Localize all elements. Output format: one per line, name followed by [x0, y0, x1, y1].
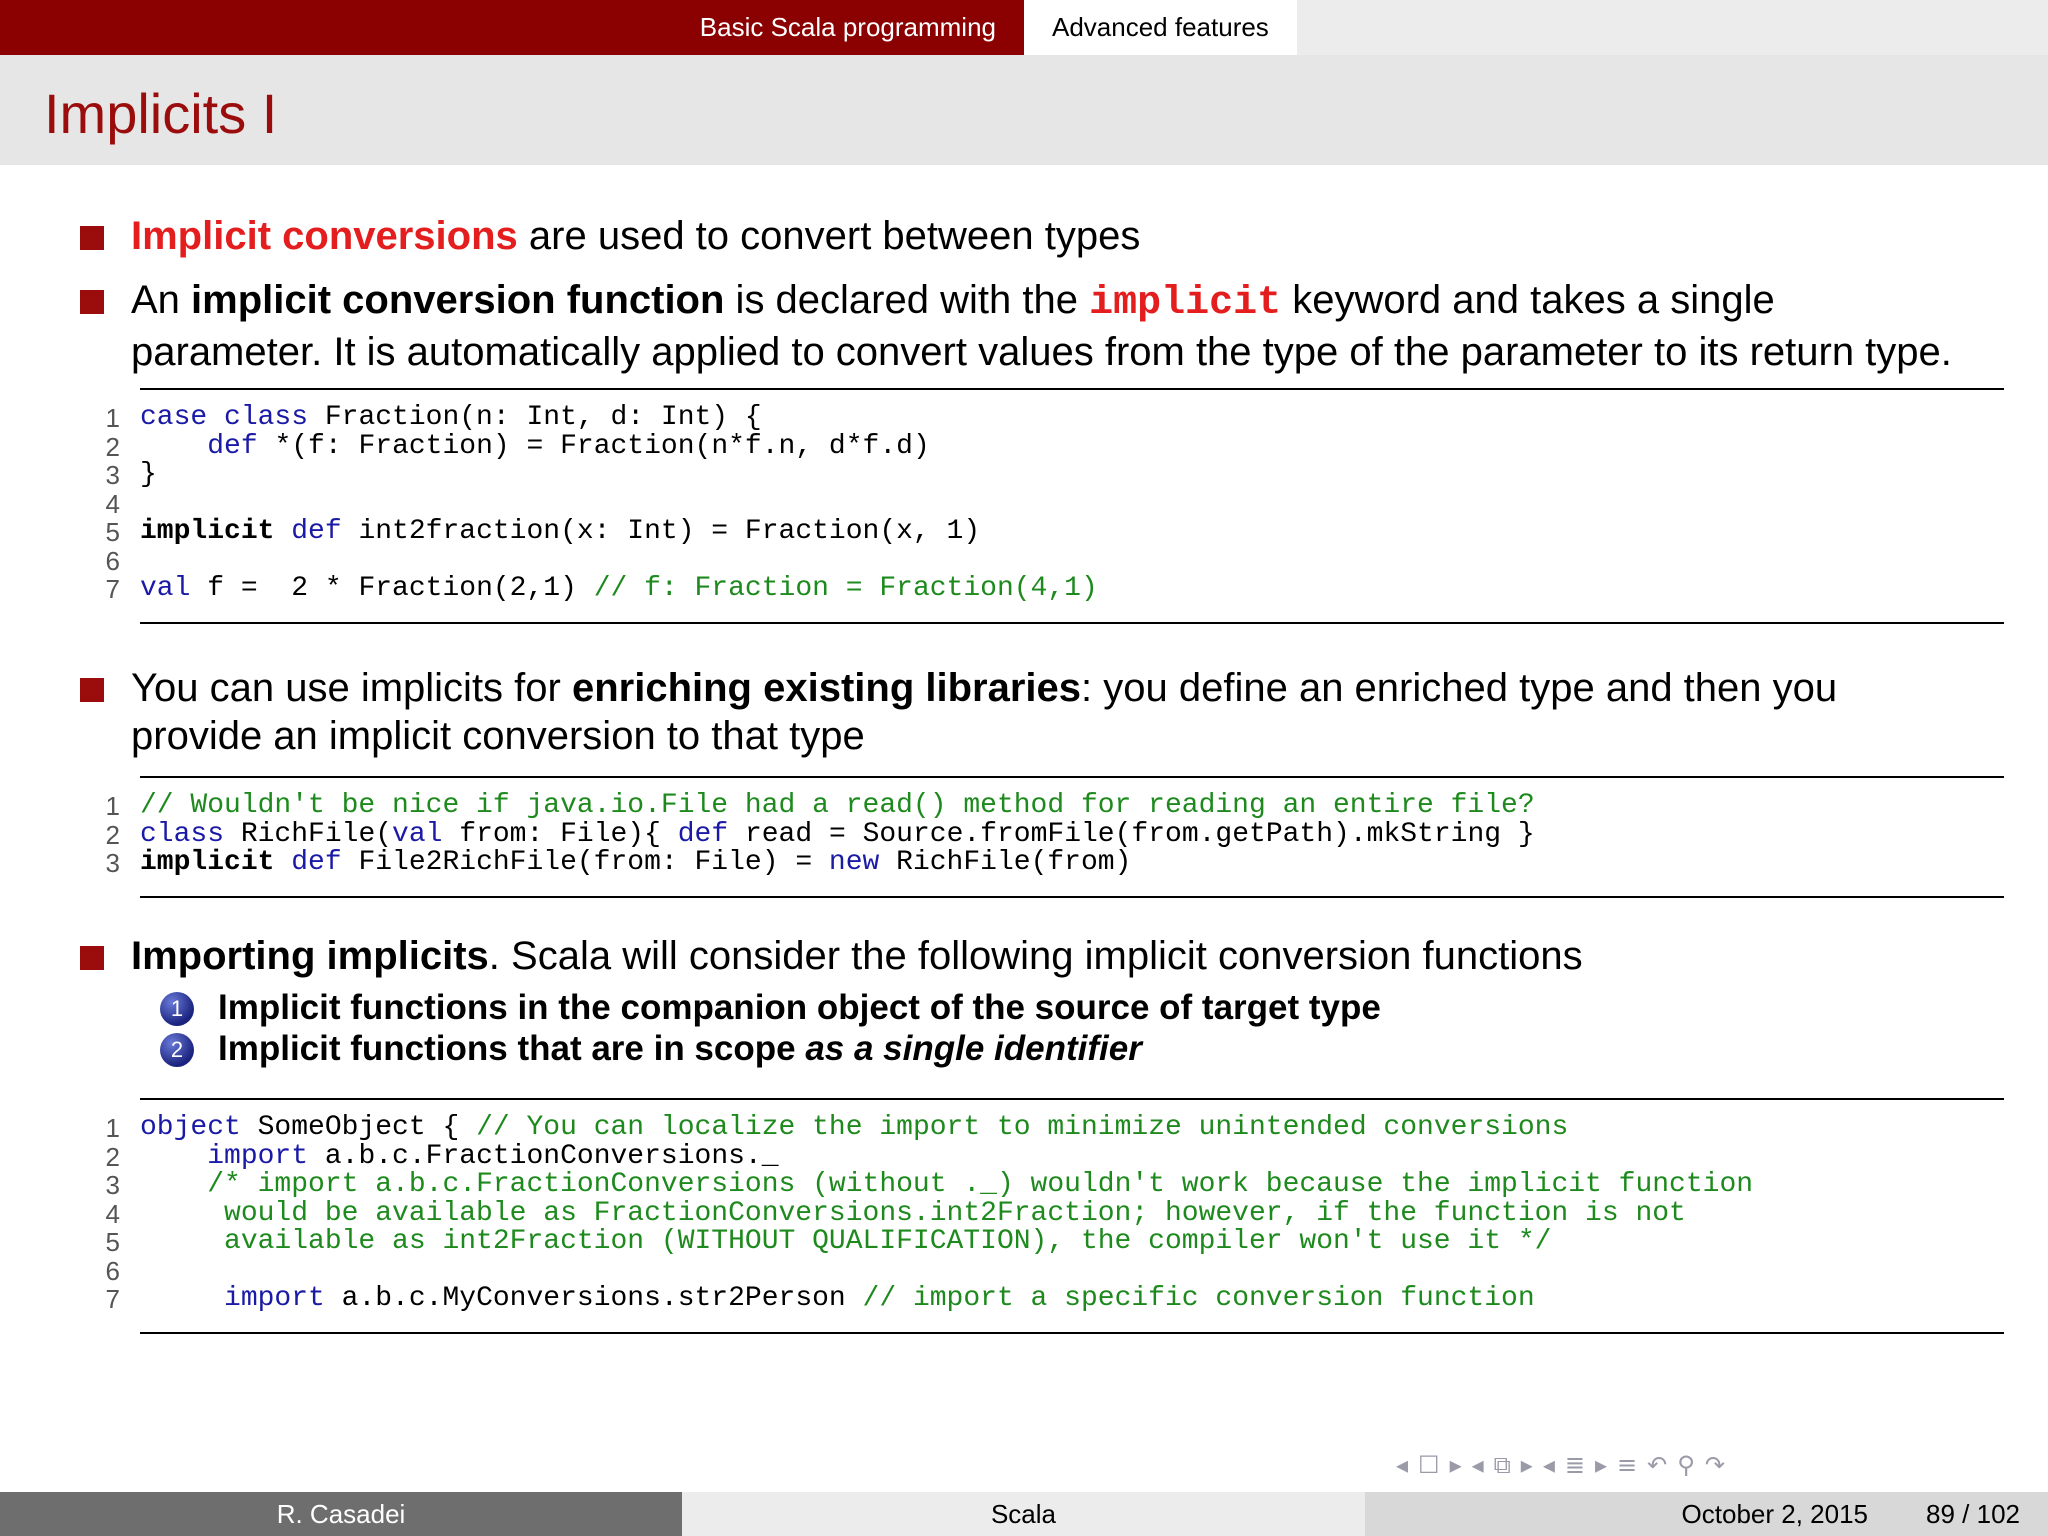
frame-icon[interactable]: ☐	[1418, 1451, 1440, 1479]
enum-text: Implicit functions in the companion obje…	[218, 988, 1381, 1027]
footer-author: R. Casadei	[0, 1492, 682, 1536]
frame-next-icon[interactable]: ▸	[1450, 1451, 1462, 1479]
enum-number-badge: 2	[160, 1033, 194, 1067]
bullet-square-icon	[80, 226, 104, 250]
frame-prev-icon[interactable]: ◂	[1396, 1451, 1408, 1479]
footer-bar: R. Casadei Scala October 2, 2015 89 / 10…	[0, 1492, 2048, 1536]
enum-number-badge: 1	[160, 992, 194, 1026]
code-line: 1// Wouldn't be nice if java.io.File had…	[106, 791, 2004, 821]
keyword-implicit: implicit	[1089, 281, 1282, 326]
section-icon[interactable]: ≣	[1565, 1451, 1585, 1479]
code-line: 4 would be available as FractionConversi…	[106, 1199, 2004, 1229]
bullet-text: An implicit conversion function is decla…	[131, 276, 2031, 376]
bold-term: Importing implicits	[131, 934, 489, 978]
code-line: 2 def *(f: Fraction) = Fraction(n*f.n, d…	[106, 432, 2004, 462]
code-listing-imports: 1 object SomeObject { // You can localize…	[106, 1098, 2004, 1334]
nav-right-panel: Advanced features	[1024, 0, 2048, 55]
code-line: 2 import a.b.c.FractionConversions._	[106, 1142, 2004, 1172]
emphasis-text: as a single identifier	[805, 1029, 1142, 1068]
subsection-prev-icon[interactable]: ◂	[1472, 1451, 1484, 1479]
code-line: 6	[106, 546, 2004, 576]
line-number: 1	[105, 1113, 120, 1143]
title-band: Implicits I	[0, 55, 2048, 165]
bold-term: implicit conversion function	[191, 278, 725, 322]
bullet-square-icon	[80, 290, 104, 314]
line-number: 5	[105, 517, 120, 547]
bullet-pre: You can use implicits for	[131, 666, 572, 710]
footer-short-title: Scala	[682, 1492, 1365, 1536]
line-number: 2	[105, 1141, 120, 1172]
bullet-text: Importing implicits. Scala will consider…	[131, 932, 2031, 980]
bullet-enriching-libraries: You can use implicits for enriching exis…	[80, 664, 2031, 760]
section-prev-icon[interactable]: ◂	[1543, 1451, 1555, 1479]
nav-left-panel: Basic Scala programming	[0, 0, 1024, 55]
subsection-icon[interactable]: ⧉	[1494, 1451, 1511, 1479]
code-line: 7 import a.b.c.MyConversions.str2Person …	[106, 1284, 2004, 1314]
line-number: 6	[105, 545, 120, 576]
line-number: 2	[105, 819, 120, 850]
code-line: 3 implicit def File2RichFile(from: File) …	[106, 848, 2004, 878]
top-nav-bar: Basic Scala programming Advanced feature…	[0, 0, 2048, 55]
bullet-line2: parameter. It is automatically applied t…	[131, 330, 1952, 374]
enum-text: Implicit functions that are in scope as …	[218, 1029, 1142, 1068]
code-line: 1 case class Fraction(n: Int, d: Int) {	[106, 403, 2004, 433]
search-icon[interactable]: ⚲	[1677, 1451, 1695, 1479]
footer-date: October 2, 2015	[1681, 1498, 1869, 1529]
line-number: 7	[105, 1284, 120, 1314]
forward-icon[interactable]: ↷	[1705, 1451, 1725, 1479]
slide-title: Implicits I	[44, 82, 278, 145]
line-number: 1	[105, 791, 120, 821]
line-number: 1	[105, 403, 120, 433]
align-icon[interactable]: ≡	[1617, 1451, 1637, 1479]
bullet-importing-implicits: Importing implicits. Scala will consider…	[80, 932, 2031, 980]
bullet-text: Implicit conversions are used to convert…	[131, 212, 2031, 260]
line-number: 2	[105, 431, 120, 462]
bullet-line2: provide an implicit conversion to that t…	[131, 714, 865, 758]
line-number: 5	[105, 1227, 120, 1257]
subsection-next-icon[interactable]: ▸	[1521, 1451, 1533, 1479]
bullet-mid: is declared with the	[724, 278, 1090, 322]
bullet-rest: are used to convert between types	[517, 214, 1141, 258]
footer-page-number: 89 / 102	[1926, 1498, 2020, 1529]
line-number: 3	[105, 460, 120, 490]
footer-date-page: October 2, 2015 89 / 102	[1365, 1492, 2048, 1536]
bullet-square-icon	[80, 678, 104, 702]
code-line: 5 available as int2Fraction (WITHOUT QUA…	[106, 1227, 2004, 1257]
bullet-implicit-conversions: Implicit conversions are used to convert…	[80, 212, 2031, 260]
enum-item-2: 2 Implicit functions that are in scope a…	[160, 1029, 1142, 1069]
code-line: 3}	[106, 460, 2004, 490]
beamer-nav-symbols: ◂ ☐ ▸ ◂ ⧉ ▸ ◂ ≣ ▸ ≡ ↶ ⚲ ↷	[1396, 1450, 2036, 1480]
highlight-term: Implicit conversions	[131, 214, 518, 258]
code-line: 7 val f = 2 * Fraction(2,1) // f: Fractio…	[106, 574, 2004, 604]
code-line: 4	[106, 489, 2004, 519]
back-icon[interactable]: ↶	[1647, 1451, 1667, 1479]
code-line: 3 /* import a.b.c.FractionConversions (w…	[106, 1170, 2004, 1200]
line-number: 4	[105, 1198, 120, 1229]
enum-item-1: 1 Implicit functions in the companion ob…	[160, 988, 1381, 1028]
code-listing-fraction: 1 case class Fraction(n: Int, d: Int) { 2…	[106, 388, 2004, 624]
line-number: 6	[105, 1255, 120, 1286]
bullet-post: . Scala will consider the following impl…	[488, 934, 1583, 978]
nav-section-advanced-features[interactable]: Advanced features	[1024, 0, 1297, 55]
code-line: 6	[106, 1256, 2004, 1286]
line-number: 3	[105, 848, 120, 878]
section-next-icon[interactable]: ▸	[1595, 1451, 1607, 1479]
line-number: 4	[105, 488, 120, 519]
bullet-pre: An	[131, 278, 192, 322]
bullet-square-icon	[80, 946, 104, 970]
bold-term: enriching existing libraries	[571, 666, 1082, 710]
line-number: 3	[105, 1170, 120, 1200]
bullet-text: You can use implicits for enriching exis…	[131, 664, 2031, 760]
code-line: 5 implicit def int2fraction(x: Int) = Fra…	[106, 517, 2004, 547]
bullet-implicit-conversion-function: An implicit conversion function is decla…	[80, 276, 2031, 376]
nav-section-basic-scala[interactable]: Basic Scala programming	[700, 12, 1024, 43]
code-line: 1 object SomeObject { // You can localize…	[106, 1113, 2004, 1143]
bullet-post: keyword and takes a single	[1281, 278, 1775, 322]
code-line: 2 class RichFile(val from: File){ def rea…	[106, 820, 2004, 850]
line-number: 7	[105, 574, 120, 604]
bullet-post: : you define an enriched type and then y…	[1081, 666, 1838, 710]
code-listing-richfile: 1// Wouldn't be nice if java.io.File had…	[106, 776, 2004, 898]
